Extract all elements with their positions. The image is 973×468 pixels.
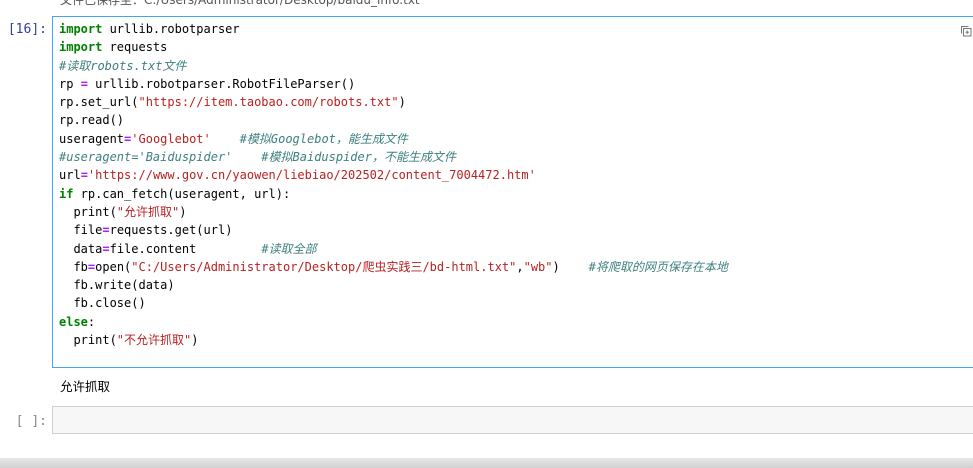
code-line: rp = urllib.robotparser.RobotFileParser(… xyxy=(59,76,356,91)
code-line: if rp.can_fetch(useragent, url): xyxy=(59,186,291,201)
notebook-bottom-edge xyxy=(0,458,973,468)
code-line: print("允许抓取") xyxy=(59,204,187,219)
empty-cell-prompt: [ ]: xyxy=(15,414,47,429)
code-line: url='https://www.gov.cn/yaowen/liebiao/2… xyxy=(59,168,536,183)
code-editor[interactable]: import urllib.robotparser import request… xyxy=(59,20,728,349)
previous-output-partial: 文件已保存至：C:/Users/Administrator/Desktop/ba… xyxy=(0,0,973,8)
empty-code-cell-input[interactable] xyxy=(52,406,973,434)
code-line: useragent='Googlebot' #模拟Googlebot，能生成文件 xyxy=(59,131,408,146)
code-line: else: xyxy=(59,314,96,329)
copy-icon[interactable] xyxy=(960,25,972,37)
code-line: fb.close() xyxy=(59,296,146,311)
code-line: fb=open("C:/Users/Administrator/Desktop/… xyxy=(59,259,728,274)
code-line: import urllib.robotparser xyxy=(59,22,240,36)
code-line: file=requests.get(url) xyxy=(59,223,233,238)
cell-prompt: [16]: xyxy=(7,22,47,37)
code-line: import requests xyxy=(59,40,168,55)
code-line: rp.read() xyxy=(59,113,125,128)
code-line: #useragent='Baiduspider' #模拟Baiduspider，… xyxy=(59,150,456,165)
code-line: #读取robots.txt文件 xyxy=(59,58,187,73)
code-line: rp.set_url("https://item.taobao.com/robo… xyxy=(59,95,406,110)
code-line: data=file.content #读取全部 xyxy=(59,241,317,256)
cell-output: 允许抓取 xyxy=(60,379,111,394)
previous-output-text: 文件已保存至：C:/Users/Administrator/Desktop/ba… xyxy=(60,0,420,7)
code-line: print("不允许抓取") xyxy=(59,333,199,348)
code-line: fb.write(data) xyxy=(59,278,175,293)
